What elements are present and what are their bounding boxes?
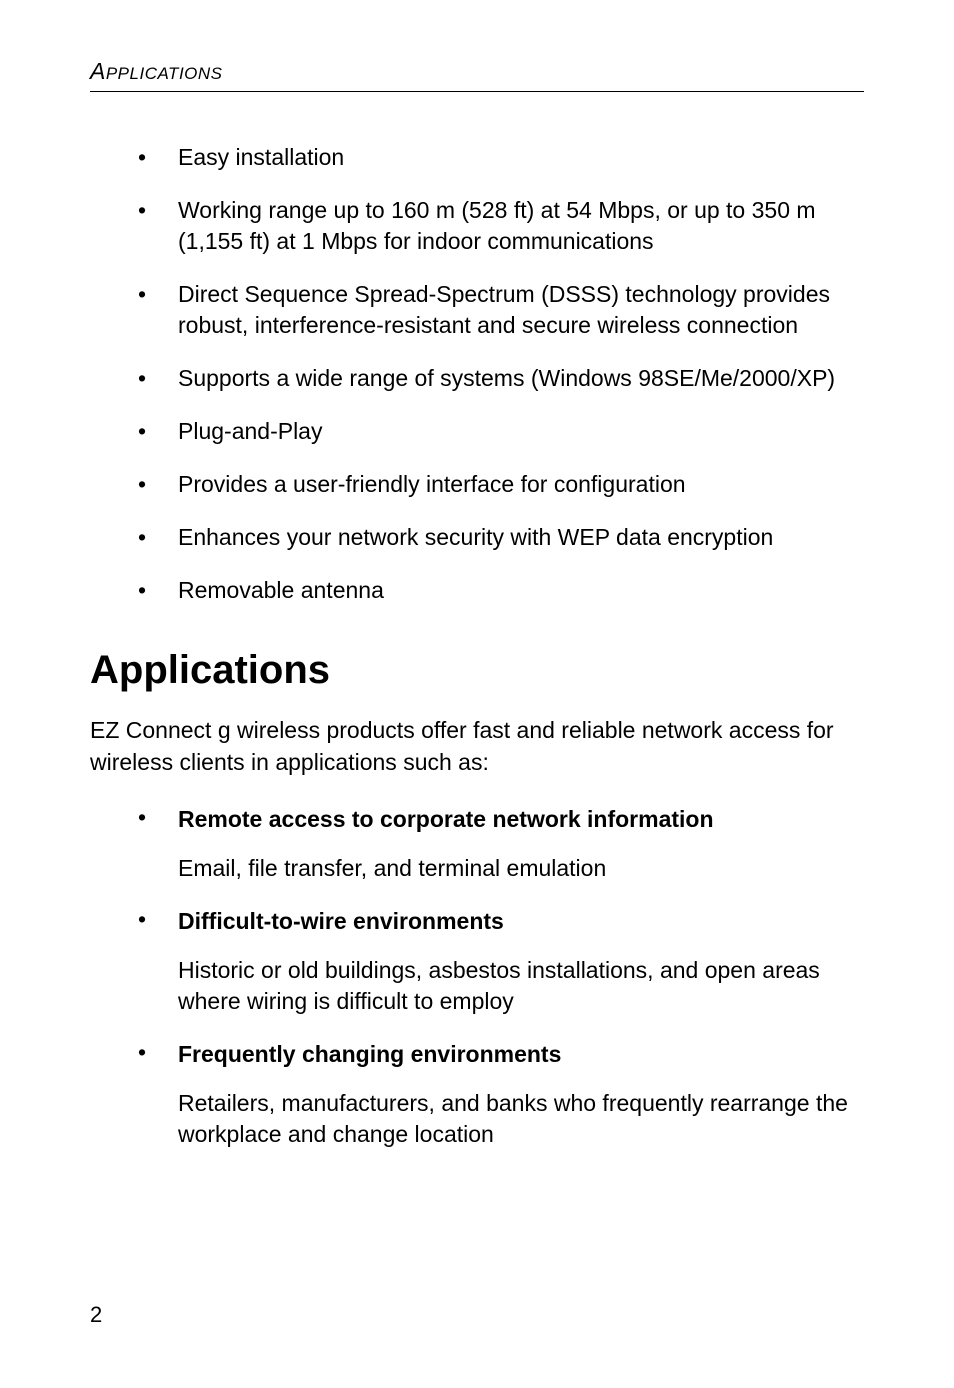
list-item: Difficult-to-wire environments Historic … (90, 906, 864, 1017)
list-item: Frequently changing environments Retaile… (90, 1039, 864, 1150)
list-item: Removable antenna (90, 575, 864, 606)
list-item: Plug-and-Play (90, 416, 864, 447)
application-desc: Email, file transfer, and terminal emula… (178, 853, 864, 884)
list-item: Remote access to corporate network infor… (90, 804, 864, 884)
running-header: APPLICATIONS (90, 58, 864, 85)
application-title: Remote access to corporate network infor… (178, 804, 864, 835)
header-rest: PPLICATIONS (106, 64, 223, 83)
list-item: Working range up to 160 m (528 ft) at 54… (90, 195, 864, 257)
intro-paragraph: EZ Connect g wireless products offer fas… (90, 715, 864, 777)
page-number: 2 (90, 1302, 102, 1328)
header-rule (90, 91, 864, 92)
header-first-char: A (90, 58, 106, 84)
list-item: Easy installation (90, 142, 864, 173)
list-item: Provides a user-friendly interface for c… (90, 469, 864, 500)
application-list: Remote access to corporate network infor… (90, 804, 864, 1150)
list-item: Supports a wide range of systems (Window… (90, 363, 864, 394)
application-title: Frequently changing environments (178, 1039, 864, 1070)
section-heading: Applications (90, 648, 864, 693)
application-desc: Retailers, manufacturers, and banks who … (178, 1088, 864, 1150)
application-title: Difficult-to-wire environments (178, 906, 864, 937)
list-item: Direct Sequence Spread-Spectrum (DSSS) t… (90, 279, 864, 341)
list-item: Enhances your network security with WEP … (90, 522, 864, 553)
feature-list: Easy installation Working range up to 16… (90, 142, 864, 606)
application-desc: Historic or old buildings, asbestos inst… (178, 955, 864, 1017)
